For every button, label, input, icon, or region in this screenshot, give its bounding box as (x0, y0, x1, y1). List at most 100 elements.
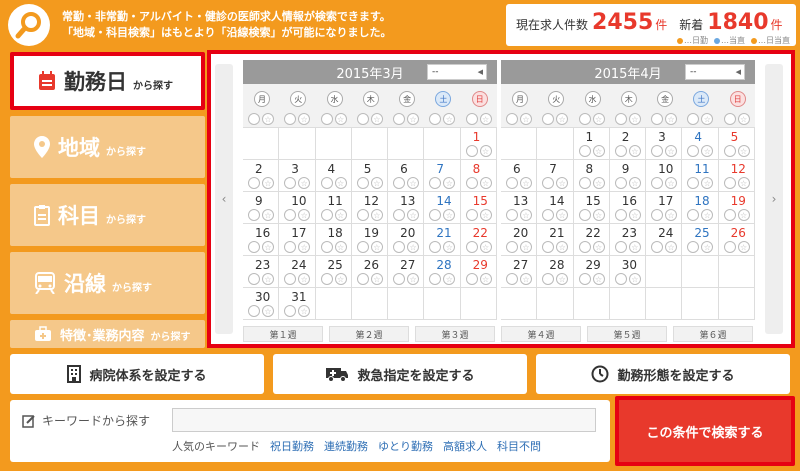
day-cell[interactable]: 8 ☆ (573, 160, 610, 192)
day-cell[interactable]: 15 ☆ (573, 192, 610, 224)
night-shift-star-icon[interactable]: ☆ (665, 209, 678, 221)
tab-workday[interactable]: 勤務日 から探す (10, 52, 205, 110)
night-shift-star-icon[interactable]: ☆ (737, 177, 750, 189)
day-cell[interactable]: 20 ☆ (501, 224, 538, 256)
day-shift-dot-icon[interactable] (506, 177, 518, 189)
day-shift-dot-icon[interactable] (356, 177, 369, 189)
day-shift-dot-icon[interactable] (614, 273, 627, 285)
night-shift-star-icon[interactable]: ☆ (665, 145, 678, 157)
day-shift-dot-icon[interactable] (284, 273, 297, 285)
night-shift-star-icon[interactable]: ☆ (628, 177, 641, 189)
night-shift-star-icon[interactable]: ☆ (520, 113, 532, 125)
night-shift-star-icon[interactable]: ☆ (298, 241, 311, 253)
night-shift-star-icon[interactable]: ☆ (701, 113, 714, 125)
month-shift-select[interactable]: -- (427, 64, 487, 80)
day-cell[interactable]: 21 ☆ (537, 224, 574, 256)
night-shift-star-icon[interactable]: ☆ (628, 241, 641, 253)
week-button-5[interactable]: 第５週 (587, 326, 667, 342)
search-button[interactable]: この条件で検索する (615, 396, 795, 466)
day-shift-dot-icon[interactable] (465, 113, 478, 125)
day-shift-dot-icon[interactable] (614, 113, 627, 125)
day-shift-dot-icon[interactable] (542, 177, 555, 189)
popular-keyword-link[interactable]: ゆとり勤務 (378, 438, 433, 454)
day-shift-dot-icon[interactable] (687, 177, 700, 189)
tab-area[interactable]: 地域 から探す (10, 116, 205, 178)
day-shift-dot-icon[interactable] (248, 273, 260, 285)
day-cell[interactable]: 5 ☆ (718, 128, 755, 160)
day-cell[interactable]: 28 ☆ (537, 256, 574, 288)
day-cell[interactable]: 12 ☆ (718, 160, 755, 192)
day-cell[interactable]: 11 ☆ (315, 192, 352, 224)
day-cell[interactable]: 23 ☆ (243, 256, 280, 288)
night-shift-star-icon[interactable]: ☆ (334, 241, 347, 253)
night-shift-star-icon[interactable]: ☆ (520, 241, 532, 253)
night-shift-star-icon[interactable]: ☆ (701, 209, 714, 221)
day-cell[interactable]: 2 ☆ (609, 128, 647, 160)
night-shift-star-icon[interactable]: ☆ (370, 209, 383, 221)
night-shift-star-icon[interactable]: ☆ (407, 177, 420, 189)
day-cell[interactable]: 3 ☆ (646, 128, 683, 160)
day-shift-dot-icon[interactable] (284, 305, 297, 317)
night-shift-star-icon[interactable]: ☆ (407, 113, 420, 125)
week-button-3[interactable]: 第３週 (415, 326, 495, 342)
night-shift-star-icon[interactable]: ☆ (334, 113, 347, 125)
night-shift-star-icon[interactable]: ☆ (701, 177, 714, 189)
night-shift-star-icon[interactable]: ☆ (479, 273, 492, 285)
night-shift-star-icon[interactable]: ☆ (556, 273, 569, 285)
day-shift-dot-icon[interactable] (356, 113, 369, 125)
work-style-button[interactable]: 勤務形態を設定する (536, 354, 790, 394)
day-shift-dot-icon[interactable] (651, 113, 664, 125)
day-cell[interactable]: 2 ☆ (243, 160, 280, 192)
day-cell[interactable]: 23 ☆ (609, 224, 647, 256)
day-shift-dot-icon[interactable] (356, 273, 369, 285)
day-cell[interactable]: 31 ☆ (279, 288, 316, 320)
night-shift-star-icon[interactable]: ☆ (592, 273, 605, 285)
day-shift-dot-icon[interactable] (651, 241, 664, 253)
day-cell[interactable]: 4 ☆ (682, 128, 719, 160)
day-cell[interactable]: 25 ☆ (315, 256, 352, 288)
night-shift-star-icon[interactable]: ☆ (298, 209, 311, 221)
month-shift-select[interactable]: -- (685, 64, 745, 80)
day-cell[interactable]: 27 ☆ (501, 256, 538, 288)
day-shift-dot-icon[interactable] (723, 241, 736, 253)
day-cell[interactable]: 1 ☆ (573, 128, 610, 160)
day-cell[interactable]: 26 ☆ (718, 224, 755, 256)
day-shift-dot-icon[interactable] (429, 241, 442, 253)
day-shift-dot-icon[interactable] (723, 209, 736, 221)
day-shift-dot-icon[interactable] (614, 209, 627, 221)
day-shift-dot-icon[interactable] (506, 113, 518, 125)
day-shift-dot-icon[interactable] (687, 241, 700, 253)
night-shift-star-icon[interactable]: ☆ (370, 241, 383, 253)
night-shift-star-icon[interactable]: ☆ (628, 113, 641, 125)
night-shift-star-icon[interactable]: ☆ (592, 177, 605, 189)
day-shift-dot-icon[interactable] (506, 241, 518, 253)
day-cell[interactable]: 7 ☆ (424, 160, 461, 192)
weekday-cell[interactable]: 土 ☆ (424, 84, 460, 127)
night-shift-star-icon[interactable]: ☆ (592, 145, 605, 157)
week-button-4[interactable]: 第４週 (501, 326, 581, 342)
day-cell[interactable]: 29 ☆ (460, 256, 497, 288)
day-shift-dot-icon[interactable] (248, 177, 260, 189)
day-cell[interactable]: 4 ☆ (315, 160, 352, 192)
day-shift-dot-icon[interactable] (465, 145, 478, 157)
day-cell[interactable]: 17 ☆ (646, 192, 683, 224)
day-shift-dot-icon[interactable] (614, 145, 627, 157)
night-shift-star-icon[interactable]: ☆ (443, 273, 456, 285)
day-cell[interactable]: 20 ☆ (388, 224, 425, 256)
weekday-cell[interactable]: 金 ☆ (388, 84, 424, 127)
day-shift-dot-icon[interactable] (651, 177, 664, 189)
day-cell[interactable]: 11 ☆ (682, 160, 719, 192)
day-cell[interactable]: 16 ☆ (243, 224, 280, 256)
day-shift-dot-icon[interactable] (248, 241, 260, 253)
night-shift-star-icon[interactable]: ☆ (479, 113, 492, 125)
day-shift-dot-icon[interactable] (393, 273, 406, 285)
day-shift-dot-icon[interactable] (393, 241, 406, 253)
night-shift-star-icon[interactable]: ☆ (628, 209, 641, 221)
keyword-input[interactable] (172, 408, 596, 432)
night-shift-star-icon[interactable]: ☆ (370, 177, 383, 189)
weekday-cell[interactable]: 日 ☆ (461, 84, 497, 127)
day-cell[interactable]: 5 ☆ (351, 160, 389, 192)
night-shift-star-icon[interactable]: ☆ (520, 273, 532, 285)
day-cell[interactable]: 7 ☆ (537, 160, 574, 192)
day-cell[interactable]: 18 ☆ (682, 192, 719, 224)
